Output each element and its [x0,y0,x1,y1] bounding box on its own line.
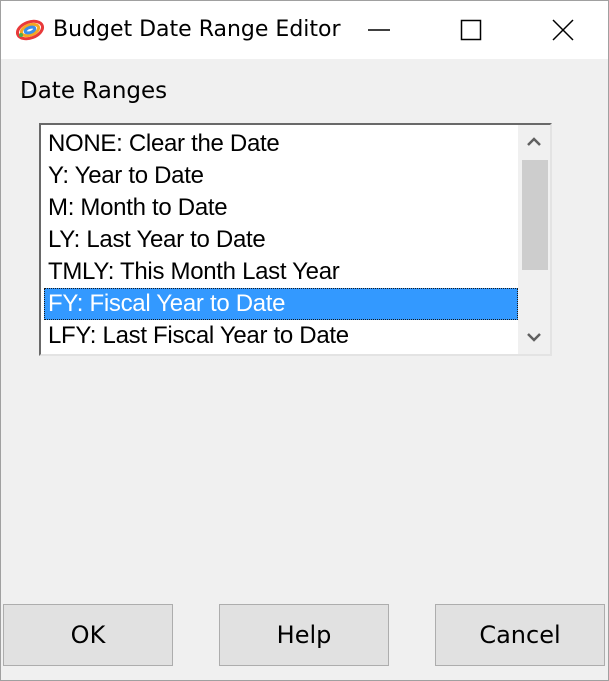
title-bar[interactable]: Budget Date Range Editor [1,1,608,59]
list-item[interactable]: TMLY: This Month Last Year [44,256,518,288]
list-item[interactable]: M: Month to Date [44,192,518,224]
maximize-button[interactable] [425,1,517,59]
close-button[interactable] [517,1,609,59]
date-ranges-list[interactable]: NONE: Clear the Date Y: Year to Date M: … [44,128,518,352]
ok-button[interactable]: OK [3,604,173,666]
date-ranges-listbox[interactable]: NONE: Clear the Date Y: Year to Date M: … [39,123,552,356]
scroll-up-button[interactable] [518,125,550,159]
cancel-button[interactable]: Cancel [435,604,605,666]
chevron-up-icon [527,137,541,146]
minimize-button[interactable] [333,1,425,59]
minimize-icon [368,29,390,31]
vertical-scrollbar[interactable] [518,125,550,354]
help-button[interactable]: Help [219,604,389,666]
scroll-down-button[interactable] [518,320,550,354]
list-item[interactable]: LFY: Last Fiscal Year to Date [44,320,518,352]
list-item[interactable]: Y: Year to Date [44,160,518,192]
close-icon [552,19,574,41]
date-ranges-label: Date Ranges [20,78,168,104]
list-item[interactable]: LY: Last Year to Date [44,224,518,256]
list-item-selected[interactable]: FY: Fiscal Year to Date [44,288,518,320]
budget-date-range-editor-window: Budget Date Range Editor Date Ranges NON… [0,0,609,681]
list-item[interactable]: NONE: Clear the Date [44,128,518,160]
window-title: Budget Date Range Editor [53,17,341,42]
rainbow-brush-icon [15,19,45,41]
maximize-icon [460,19,482,41]
scrollbar-thumb[interactable] [522,160,548,270]
chevron-down-icon [527,333,541,342]
